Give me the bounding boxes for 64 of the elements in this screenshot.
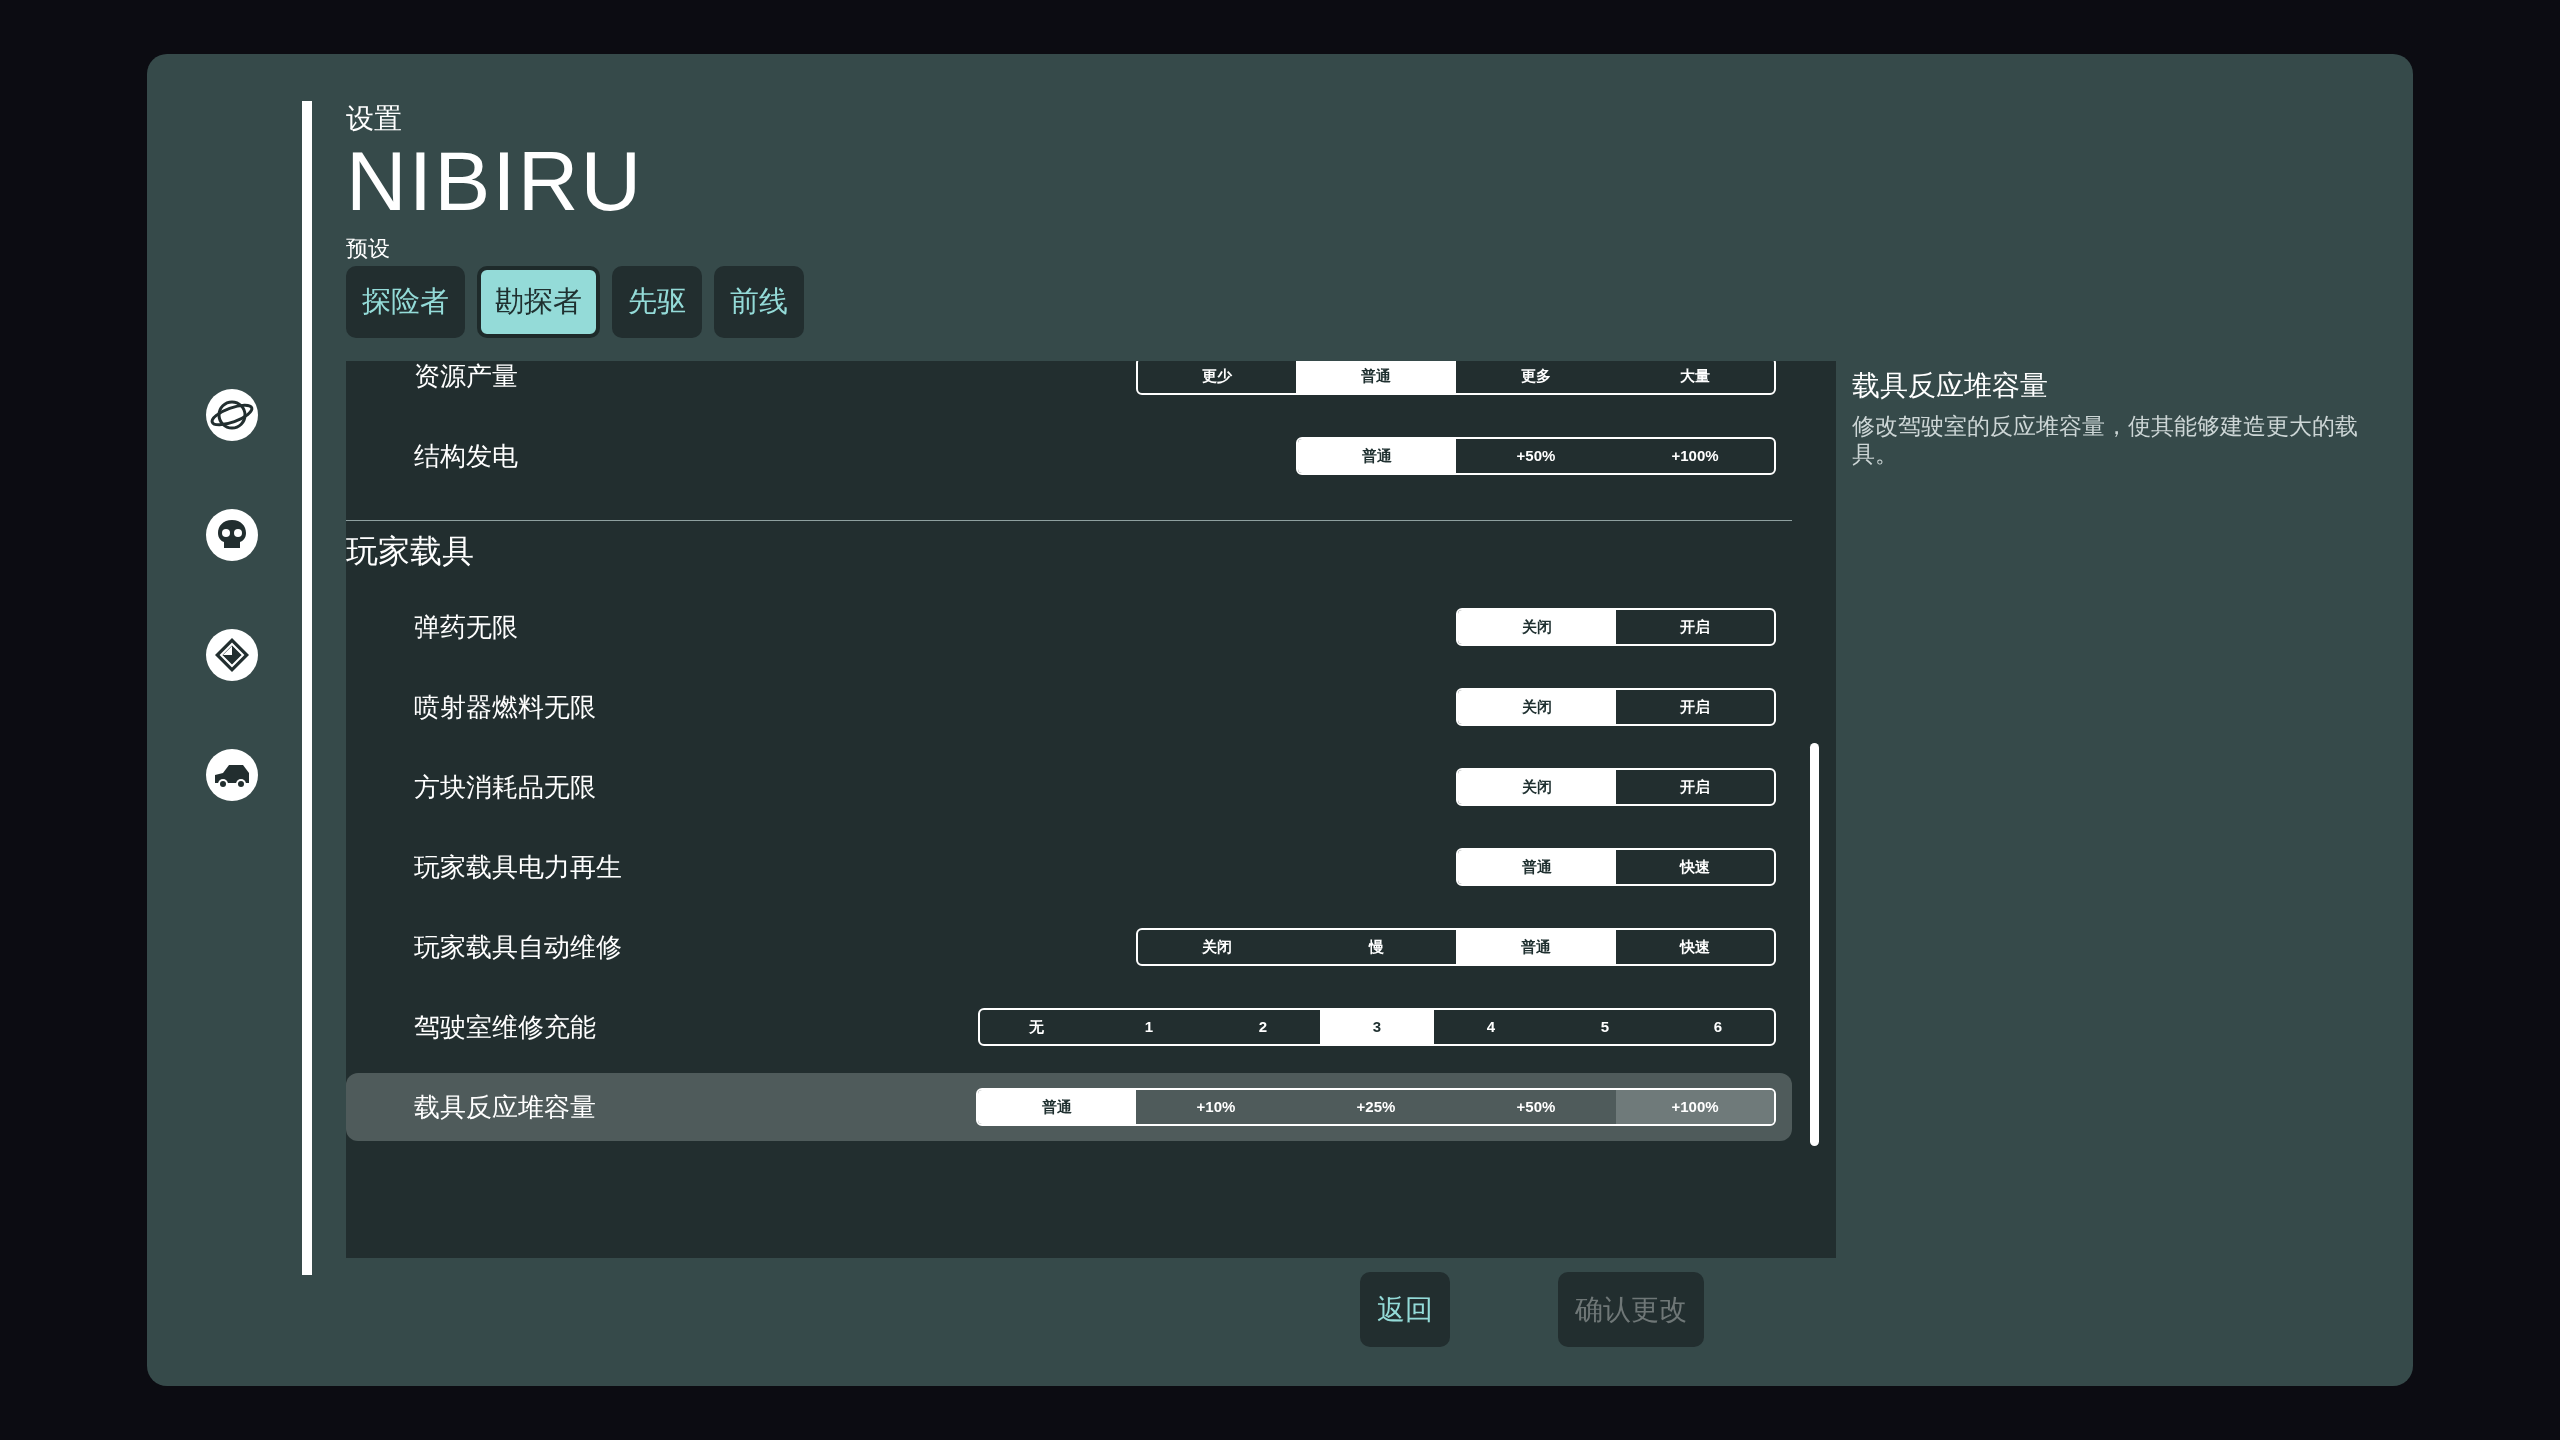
option-segment[interactable]: +50% — [1456, 1090, 1616, 1124]
preset-tab[interactable]: 探险者 — [346, 266, 465, 338]
option-segment[interactable]: 关闭 — [1458, 770, 1616, 804]
setting-label: 弹药无限 — [414, 610, 518, 644]
option-segment[interactable]: 1 — [1092, 1010, 1206, 1044]
setting-row[interactable]: 玩家载具自动维修 关闭 慢 普通 快速 — [346, 913, 1792, 981]
option-segment[interactable]: 开启 — [1616, 770, 1774, 804]
option-segment[interactable]: 普通 — [1298, 439, 1456, 473]
setting-row[interactable]: 方块消耗品无限 关闭 开启 — [346, 753, 1792, 821]
option-segment[interactable]: 5 — [1548, 1010, 1662, 1044]
setting-label: 结构发电 — [414, 439, 518, 473]
option-segment[interactable]: 大量 — [1616, 361, 1774, 393]
setting-label: 方块消耗品无限 — [414, 770, 596, 804]
setting-row[interactable]: 弹药无限 关闭 开启 — [346, 593, 1792, 661]
setting-label: 载具反应堆容量 — [414, 1090, 596, 1124]
option-segment[interactable]: 无 — [980, 1010, 1092, 1044]
description-title: 载具反应堆容量 — [1852, 369, 2048, 403]
option-segment[interactable]: +25% — [1296, 1090, 1456, 1124]
presets-label: 预设 — [346, 236, 390, 262]
option-segment[interactable]: +100% — [1616, 439, 1774, 473]
setting-row[interactable]: 玩家载具电力再生 普通 快速 — [346, 833, 1792, 901]
option-segment[interactable]: 4 — [1434, 1010, 1548, 1044]
preset-tab[interactable]: 勘探者 — [477, 266, 600, 338]
option-segment[interactable]: 2 — [1206, 1010, 1320, 1044]
option-segment[interactable]: 3 — [1320, 1010, 1434, 1044]
setting-label: 驾驶室维修充能 — [414, 1010, 596, 1044]
option-segment[interactable]: 快速 — [1616, 850, 1774, 884]
settings-label: 设置 — [346, 102, 402, 136]
option-segment[interactable]: 关闭 — [1138, 930, 1296, 964]
description-text: 修改驾驶室的反应堆容量，使其能够建造更大的载具。 — [1852, 412, 2359, 468]
option-segment[interactable]: 更多 — [1456, 361, 1616, 393]
option-segment[interactable]: 普通 — [1458, 850, 1616, 884]
option-segment[interactable]: 开启 — [1616, 610, 1774, 644]
option-segment[interactable]: 关闭 — [1458, 690, 1616, 724]
planet-icon[interactable] — [205, 389, 258, 441]
setting-label: 玩家载具电力再生 — [414, 850, 622, 884]
option-segment[interactable]: 普通 — [1296, 361, 1456, 393]
option-segment[interactable]: 普通 — [978, 1090, 1136, 1124]
option-segment[interactable]: 开启 — [1616, 690, 1774, 724]
section-heading: 玩家载具 — [346, 532, 474, 571]
vehicle-icon[interactable] — [205, 749, 258, 801]
option-segment[interactable]: 关闭 — [1458, 610, 1616, 644]
scrollbar-thumb[interactable] — [1809, 743, 1819, 1146]
setting-label: 玩家载具自动维修 — [414, 930, 622, 964]
setting-label: 资源产量 — [414, 361, 518, 393]
dialog-button[interactable]: 返回 — [1360, 1272, 1450, 1347]
setting-row[interactable]: 喷射器燃料无限 关闭 开启 — [346, 673, 1792, 741]
setting-row[interactable]: 驾驶室维修充能 无 1 2 3 4 5 6 — [346, 993, 1792, 1061]
option-segment[interactable]: +50% — [1456, 439, 1616, 473]
option-segment[interactable]: +100% — [1616, 1090, 1774, 1124]
option-segment[interactable]: 6 — [1662, 1010, 1774, 1044]
option-segment[interactable]: 更少 — [1138, 361, 1296, 393]
preset-tab[interactable]: 前线 — [714, 266, 804, 338]
setting-row[interactable]: 载具反应堆容量 普通 +10% +25% +50% +100% — [346, 1073, 1792, 1141]
option-segment[interactable]: 普通 — [1456, 930, 1616, 964]
option-segment[interactable]: 快速 — [1616, 930, 1774, 964]
setting-label: 喷射器燃料无限 — [414, 690, 596, 724]
setting-row[interactable]: 资源产量 更少 普通 更多 大量 — [346, 361, 1792, 410]
page-title: NIBIRU — [346, 136, 644, 226]
setting-row[interactable]: 结构发电 普通 +50% +100% — [346, 422, 1792, 490]
skull-icon[interactable] — [205, 509, 258, 561]
preset-tab[interactable]: 先驱 — [612, 266, 702, 338]
option-segment[interactable]: 慢 — [1296, 930, 1456, 964]
option-segment[interactable]: +10% — [1136, 1090, 1296, 1124]
